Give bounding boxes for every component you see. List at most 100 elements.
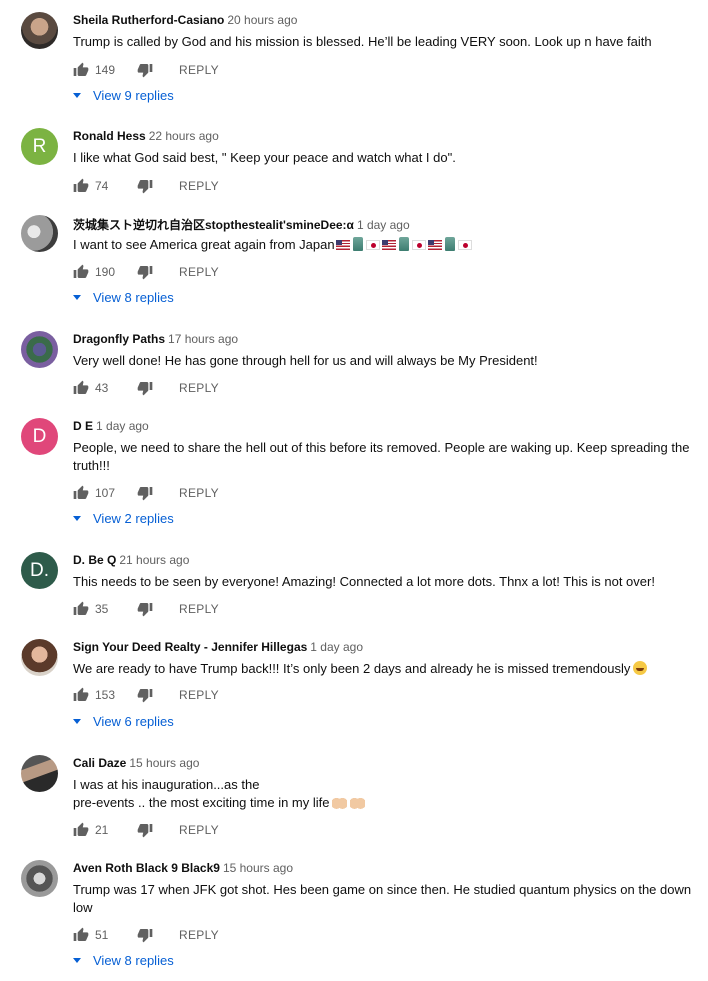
view-replies-button[interactable]: View 8 replies [73,290,174,305]
reply-button[interactable]: REPLY [179,602,219,616]
thumbs-down-icon[interactable] [137,687,153,703]
like-count: 153 [95,688,116,702]
view-replies-button[interactable]: View 2 replies [73,511,174,526]
view-replies-button[interactable]: View 9 replies [73,88,174,103]
like-count: 107 [95,486,116,500]
thumbs-up-icon[interactable] [73,927,89,943]
comment-actions: 190 REPLY [73,262,219,282]
japan-flag-icon [457,240,472,250]
reply-button[interactable]: REPLY [179,381,219,395]
author-name[interactable]: D E [73,419,93,433]
thumbs-down-icon[interactable] [137,62,153,78]
thumbs-down-icon[interactable] [137,380,153,396]
avatar[interactable] [21,639,58,676]
like-count: 190 [95,265,116,279]
thumbs-up-icon[interactable] [73,62,89,78]
comment-text: This needs to be seen by everyone! Amazi… [73,574,655,589]
comment-text-line: I was at his inauguration...as the [73,777,260,792]
comment-text: I was at his inauguration...as the pre-ev… [73,776,693,812]
avatar[interactable] [21,860,58,897]
thumbs-up-icon[interactable] [73,687,89,703]
timestamp[interactable]: 15 hours ago [129,756,199,770]
timestamp[interactable]: 1 day ago [310,640,363,654]
thumbs-up-icon[interactable] [73,485,89,501]
view-replies-label: View 8 replies [93,953,174,968]
thumbs-up-icon[interactable] [73,822,89,838]
timestamp[interactable]: 20 hours ago [227,13,297,27]
caret-down-icon [73,958,81,963]
comment-header: Cali Daze 15 hours ago [73,756,199,770]
comment-text-content: We are ready to have Trump back!!! It’s … [73,661,631,676]
thumbs-down-icon[interactable] [137,178,153,194]
view-replies-label: View 2 replies [93,511,174,526]
author-name[interactable]: Ronald Hess [73,129,146,143]
us-flag-icon [335,240,350,250]
timestamp[interactable]: 1 day ago [357,218,410,232]
avatar-letter: D. [30,559,49,581]
like-count: 74 [95,179,109,193]
avatar-letter: R [32,135,47,157]
timestamp[interactable]: 1 day ago [96,419,149,433]
avatar[interactable] [21,755,58,792]
avatar[interactable] [21,215,58,252]
reply-button[interactable]: REPLY [179,688,219,702]
caret-down-icon [73,93,81,98]
comment-header: Ronald Hess 22 hours ago [73,129,219,143]
avatar[interactable] [21,12,58,49]
view-replies-label: View 8 replies [93,290,174,305]
reply-button[interactable]: REPLY [179,179,219,193]
avatar[interactable] [21,331,58,368]
author-name[interactable]: Dragonfly Paths [73,332,165,346]
statue-of-liberty-icon [398,237,409,251]
avatar[interactable]: D. [21,552,58,589]
reply-button[interactable]: REPLY [179,928,219,942]
thumbs-down-icon[interactable] [137,822,153,838]
us-flag-icon [381,240,396,250]
comment-text: I want to see America great again from J… [73,236,693,254]
comment-header: Sheila Rutherford-Casiano 20 hours ago [73,13,297,27]
author-name[interactable]: 茨城集スト逆切れ自治区stopthestealit'smineDee:α [73,218,354,232]
avatar[interactable]: D [21,418,58,455]
timestamp[interactable]: 15 hours ago [223,861,293,875]
thumbs-up-icon[interactable] [73,178,89,194]
comment-header: D E1 day ago [73,419,149,433]
comment-text: People, we need to share the hell out of… [73,440,690,473]
view-replies-label: View 6 replies [93,714,174,729]
comment-actions: 153 REPLY [73,685,219,705]
comment-header: Sign Your Deed Realty - Jennifer Hillega… [73,640,363,654]
like-count: 21 [95,823,109,837]
comment-actions: 149 REPLY [73,60,219,80]
timestamp[interactable]: 22 hours ago [149,129,219,143]
reply-button[interactable]: REPLY [179,265,219,279]
comment-actions: 74 REPLY [73,176,219,196]
thumbs-down-icon[interactable] [137,264,153,280]
thumbs-up-icon[interactable] [73,380,89,396]
comment-actions: 107 REPLY [73,483,219,503]
avatar[interactable]: R [21,128,58,165]
author-name[interactable]: Sign Your Deed Realty - Jennifer Hillega… [73,640,307,654]
view-replies-label: View 9 replies [93,88,174,103]
thumbs-down-icon[interactable] [137,485,153,501]
author-name[interactable]: Aven Roth Black 9 Black9 [73,861,220,875]
view-replies-button[interactable]: View 8 replies [73,953,174,968]
reply-button[interactable]: REPLY [179,63,219,77]
thumbs-down-icon[interactable] [137,601,153,617]
like-count: 43 [95,381,109,395]
avatar-letter: D [32,425,47,447]
thumbs-down-icon[interactable] [137,927,153,943]
thumbs-up-icon[interactable] [73,264,89,280]
author-name[interactable]: Sheila Rutherford-Casiano [73,13,224,27]
author-name[interactable]: D. Be Q [73,553,116,567]
reply-button[interactable]: REPLY [179,823,219,837]
timestamp[interactable]: 21 hours ago [119,553,189,567]
comment-header: D. Be Q 21 hours ago [73,553,189,567]
reply-button[interactable]: REPLY [179,486,219,500]
comment-text: Very well done! He has gone through hell… [73,353,538,368]
comment-text: Trump is called by God and his mission i… [73,34,652,49]
timestamp[interactable]: 17 hours ago [168,332,238,346]
comment-text: Trump was 17 when JFK got shot. Hes been… [73,882,692,915]
view-replies-button[interactable]: View 6 replies [73,714,174,729]
thumbs-up-icon[interactable] [73,601,89,617]
author-name[interactable]: Cali Daze [73,756,126,770]
statue-of-liberty-icon [444,237,455,251]
